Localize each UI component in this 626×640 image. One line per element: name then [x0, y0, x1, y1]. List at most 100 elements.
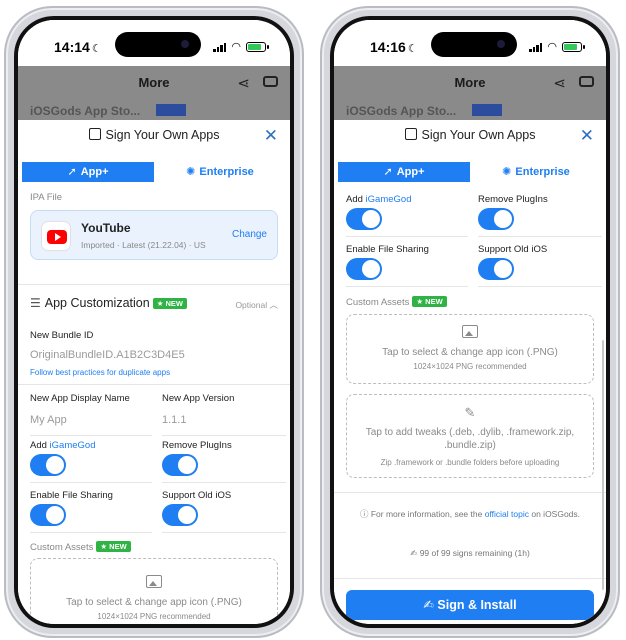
igamegod-link[interactable]: iGameGod	[50, 440, 96, 451]
remove-plugins-label: Remove PlugIns	[478, 194, 548, 205]
sheet-header: Sign Your Own Apps ✕	[334, 120, 606, 154]
custom-assets-label: Custom Assets ★ NEW	[346, 296, 447, 308]
app-card[interactable]: YouTube Imported · Latest (21.22.04) · U…	[30, 210, 278, 260]
dynamic-island	[431, 32, 517, 57]
background-block	[472, 104, 502, 116]
divider	[346, 286, 468, 287]
divider	[478, 286, 602, 287]
rocket-icon: ➚	[67, 166, 77, 178]
phone-bezel: 14:16 ☾ ◠ More ⋖ iOSGods App Sto... Sign…	[330, 16, 610, 628]
old-ios-label: Support Old iOS	[478, 244, 548, 255]
add-igamegod-toggle[interactable]	[346, 208, 382, 230]
background-block	[156, 104, 186, 116]
phone-screen: 14:16 ☾ ◠ More ⋖ iOSGods App Sto... Sign…	[334, 20, 606, 624]
share-icon[interactable]: ⋖	[237, 74, 250, 92]
background-text: iOSGods App Sto...	[346, 104, 457, 118]
display-name-input[interactable]: My App	[30, 414, 67, 426]
inbox-icon[interactable]	[263, 76, 278, 87]
tweaks-dropzone[interactable]: ✎ Tap to add tweaks (.deb, .dylib, .fram…	[346, 394, 594, 478]
image-icon	[462, 325, 478, 338]
customization-header[interactable]: ☰ App Customization ★ NEW	[30, 296, 187, 310]
status-time: 14:16 ☾	[370, 39, 418, 55]
background-content: iOSGods App Sto...	[18, 102, 290, 120]
divider	[30, 435, 152, 436]
bundle-id-input[interactable]: OriginalBundleID.A1B2C3D4E5	[30, 349, 185, 361]
status-icons: ◠	[529, 40, 585, 53]
right-phone: 14:16 ☾ ◠ More ⋖ iOSGods App Sto... Sign…	[320, 6, 620, 638]
tab-bar: ➚ App+ ✺ Enterprise	[338, 162, 602, 182]
sheet-title: Sign Your Own Apps	[334, 128, 606, 142]
wifi-icon: ◠	[547, 41, 557, 53]
tweaks-text-line1: Tap to add tweaks (.deb, .dylib, .framew…	[365, 427, 575, 438]
wifi-icon: ◠	[231, 41, 241, 53]
status-bar: 14:16 ☾ ◠	[334, 20, 606, 66]
signal-icon	[529, 42, 543, 52]
gear-badge-icon: ✺	[502, 166, 512, 178]
tab-app-plus[interactable]: ➚ App+	[338, 162, 470, 182]
sliders-icon: ☰	[30, 296, 41, 310]
rocket-icon: ➚	[383, 166, 393, 178]
bundle-id-label: New Bundle ID	[30, 330, 94, 341]
signal-icon	[213, 42, 227, 52]
status-time: 14:14 ☾	[54, 39, 102, 55]
share-icon[interactable]: ⋖	[553, 74, 566, 92]
old-ios-toggle[interactable]	[162, 504, 198, 526]
inbox-icon[interactable]	[579, 76, 594, 87]
moon-icon: ☾	[91, 43, 102, 55]
tab-app-plus[interactable]: ➚ App+	[22, 162, 154, 182]
dynamic-island	[115, 32, 201, 57]
phone-bezel: 14:14 ☾ ◠ More ⋖ iOSGods App Sto... Sign…	[14, 16, 294, 628]
version-label: New App Version	[162, 393, 235, 404]
app-icon-dropzone[interactable]: Tap to select & change app icon (.PNG) 1…	[346, 314, 594, 384]
tab-enterprise[interactable]: ✺ Enterprise	[154, 162, 286, 182]
tab-enterprise[interactable]: ✺ Enterprise	[470, 162, 602, 182]
official-topic-link[interactable]: official topic	[485, 509, 529, 519]
section-divider	[18, 284, 290, 285]
app-name: YouTube	[81, 221, 131, 235]
old-ios-toggle[interactable]	[478, 258, 514, 280]
signature-icon: ✍	[410, 548, 418, 558]
divider	[18, 384, 290, 385]
remove-plugins-toggle[interactable]	[478, 208, 514, 230]
bundle-hint-link[interactable]: Follow best practices for duplicate apps	[30, 368, 170, 377]
custom-assets-label: Custom Assets ★ NEW	[30, 541, 131, 553]
battery-icon	[246, 41, 269, 52]
app-icon-dropzone[interactable]: Tap to select & change app icon (.PNG) 1…	[30, 558, 278, 624]
igamegod-link[interactable]: iGameGod	[366, 194, 412, 205]
divider	[162, 435, 286, 436]
add-igamegod-toggle[interactable]	[30, 454, 66, 476]
display-name-label: New App Display Name	[30, 393, 130, 404]
ipa-file-label: IPA File	[30, 192, 63, 203]
file-sharing-toggle[interactable]	[346, 258, 382, 280]
sign-sheet: Sign Your Own Apps ✕ ➚ App+ ✺ Enterprise A…	[334, 120, 606, 624]
status-icons: ◠	[213, 40, 269, 53]
app-icon-subtext: 1024×1024 PNG recommended	[413, 362, 527, 371]
divider	[30, 482, 152, 483]
close-icon[interactable]: ✕	[264, 126, 278, 146]
left-phone: 14:14 ☾ ◠ More ⋖ iOSGods App Sto... Sign…	[4, 6, 304, 638]
moon-icon: ☾	[407, 43, 418, 55]
app-icon-subtext: 1024×1024 PNG recommended	[97, 612, 211, 621]
divider	[162, 482, 286, 483]
file-sharing-toggle[interactable]	[30, 504, 66, 526]
optional-toggle[interactable]: Optional ︿	[235, 299, 278, 311]
divider	[334, 492, 606, 493]
sign-install-button[interactable]: ✍ Sign & Install	[346, 590, 594, 620]
file-sharing-label: Enable File Sharing	[30, 490, 113, 501]
remove-plugins-toggle[interactable]	[162, 454, 198, 476]
chevron-up-icon: ︿	[269, 300, 278, 310]
divider	[346, 236, 468, 237]
change-button[interactable]: Change	[232, 229, 267, 240]
scrollbar[interactable]	[602, 340, 604, 590]
syringe-icon: ✎	[464, 405, 476, 420]
divider	[30, 532, 152, 533]
old-ios-label: Support Old iOS	[162, 490, 232, 501]
info-text: ⓘ For more information, see the official…	[359, 509, 581, 519]
sheet-header: Sign Your Own Apps ✕	[18, 120, 290, 154]
add-igamegod-label: Add iGameGod	[346, 194, 412, 205]
close-icon[interactable]: ✕	[580, 126, 594, 146]
version-input[interactable]: 1.1.1	[162, 414, 186, 426]
file-sharing-label: Enable File Sharing	[346, 244, 429, 255]
tab-bar: ➚ App+ ✺ Enterprise	[22, 162, 286, 182]
divider	[478, 236, 602, 237]
